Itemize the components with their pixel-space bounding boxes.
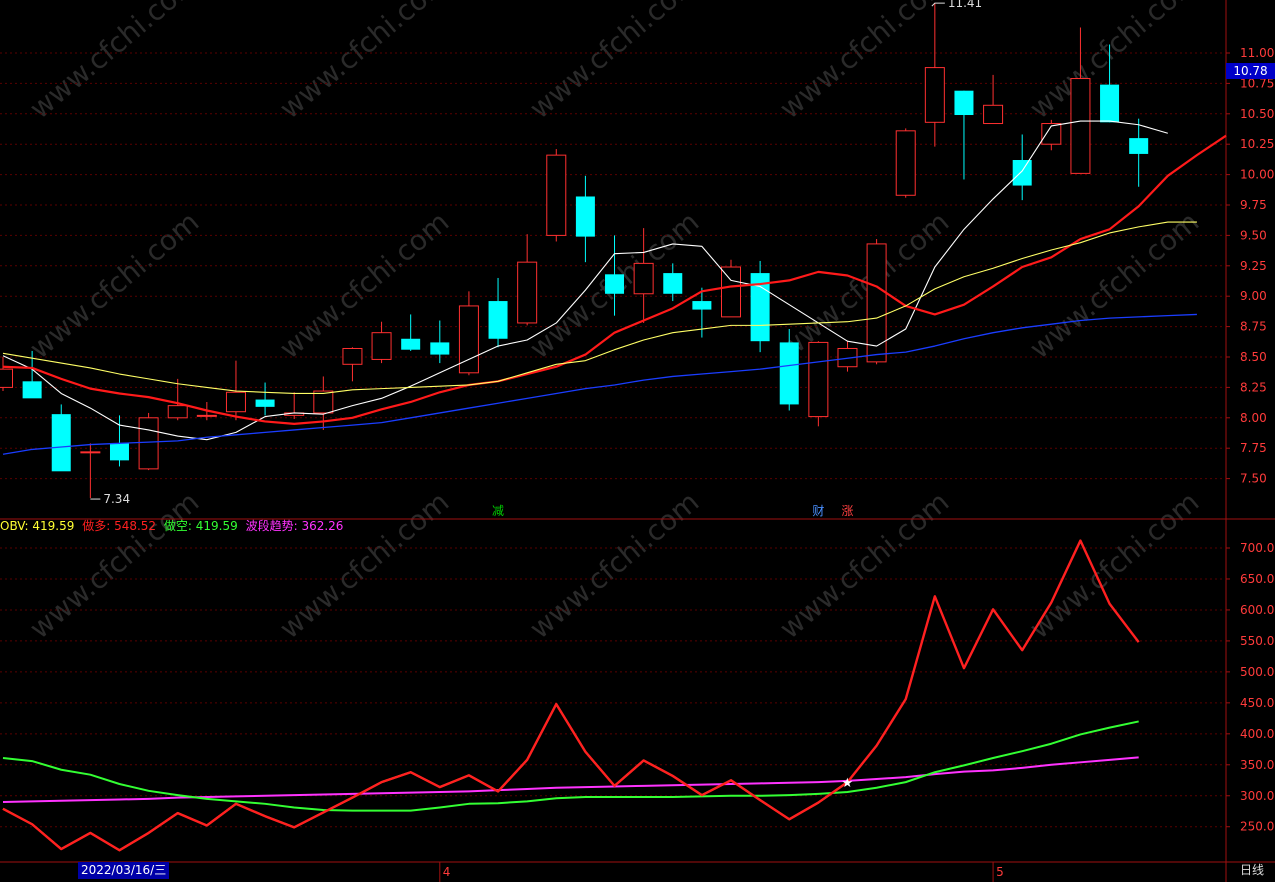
watermark-text: www.cfchi.com xyxy=(523,485,705,645)
price-tick-label: 10.00 xyxy=(1240,168,1274,182)
watermark-text: www.cfchi.com xyxy=(1023,205,1205,365)
candle-body xyxy=(342,347,363,365)
watermark-text: www.cfchi.com xyxy=(523,0,705,125)
candle-body xyxy=(109,443,129,461)
indicator-tick-label: 300.0 xyxy=(1240,789,1274,803)
stock-chart: www.cfchi.com www.cfchi.com www.cfchi.com w… xyxy=(0,0,1275,882)
price-tick-label: 10.25 xyxy=(1240,137,1274,151)
watermark-text: www.cfchi.com xyxy=(773,205,955,365)
indicator-tick-label: 650.0 xyxy=(1240,572,1274,586)
price-tick-label: 10.50 xyxy=(1240,107,1274,121)
candle-body xyxy=(255,399,275,407)
price-tick-label: 7.75 xyxy=(1240,441,1267,455)
price-tick-label: 9.25 xyxy=(1240,259,1267,273)
candle-body xyxy=(663,273,683,294)
candle-body xyxy=(313,390,334,414)
price-tick-label: 9.00 xyxy=(1240,289,1267,303)
candle-body xyxy=(983,104,1004,125)
legend-trend: 波段趋势: 362.26 xyxy=(245,519,344,533)
watermark-text: www.cfchi.com xyxy=(273,485,455,645)
indicator-line xyxy=(2,703,849,852)
event-marker: 财 xyxy=(812,504,824,518)
price-tick-label: 8.75 xyxy=(1240,320,1267,334)
candle-body xyxy=(1100,84,1120,123)
legend-obv: OBV: 419.59 xyxy=(0,519,75,533)
candle-body xyxy=(866,243,887,363)
candle-body xyxy=(488,301,508,339)
crossover-star: ★ xyxy=(841,776,853,791)
candle-body xyxy=(633,262,654,295)
candle-body xyxy=(605,274,625,294)
watermark-text: www.cfchi.com xyxy=(273,205,455,365)
candle-body xyxy=(517,261,538,324)
indicator-tick-label: 550.0 xyxy=(1240,634,1274,648)
price-tick-label: 9.75 xyxy=(1240,198,1267,212)
watermark-text: www.cfchi.com xyxy=(23,0,205,125)
cursor-date-label: 2022/03/16/三 xyxy=(78,862,170,879)
candle-body xyxy=(401,338,421,350)
indicator-tick-label: 500.0 xyxy=(1240,665,1274,679)
candle-body xyxy=(808,341,829,418)
candle-body xyxy=(167,405,188,419)
candle-body xyxy=(1129,138,1149,154)
high-label: 11.41 xyxy=(948,0,982,10)
candle-body xyxy=(721,266,741,318)
price-tick-label: 8.50 xyxy=(1240,350,1267,364)
candle-body xyxy=(1070,78,1091,174)
watermark-text: www.cfchi.com xyxy=(23,205,205,365)
indicator-tick-label: 400.0 xyxy=(1240,727,1274,741)
watermark-text: www.cfchi.com xyxy=(1023,485,1205,645)
candle-body xyxy=(575,196,595,237)
indicator-tick-label: 450.0 xyxy=(1240,696,1274,710)
candle-body xyxy=(954,90,974,116)
indicator-legend: OBV: 419.59 做多: 548.52 做空: 419.59 波段趋势: … xyxy=(0,519,343,533)
candle-body xyxy=(371,332,392,360)
event-marker: 减 xyxy=(492,504,504,518)
legend-long: 做多: 548.52 xyxy=(82,519,157,533)
period-label[interactable]: 日线 xyxy=(1240,862,1264,879)
watermark-text: www.cfchi.com xyxy=(23,485,205,645)
candle-body xyxy=(692,301,712,310)
indicator-tick-label: 350.0 xyxy=(1240,758,1274,772)
low-label: 7.34 xyxy=(103,492,130,506)
indicator-tick-label: 250.0 xyxy=(1240,820,1274,834)
candle-body xyxy=(138,417,159,470)
indicator-tick-label: 700.0 xyxy=(1240,541,1274,555)
price-tick-label: 11.00 xyxy=(1240,46,1274,60)
price-tick-label: 8.25 xyxy=(1240,380,1267,394)
month-label: 5 xyxy=(996,865,1004,879)
event-marker: 涨 xyxy=(841,503,853,518)
current-price-tag: 10.78 xyxy=(1226,63,1275,79)
legend-short: 做空: 419.59 xyxy=(163,519,238,533)
watermark-text: www.cfchi.com xyxy=(273,0,455,125)
candle-body xyxy=(895,130,916,196)
candle-body xyxy=(0,368,13,388)
candle-body xyxy=(546,154,567,236)
indicator-tick-label: 600.0 xyxy=(1240,603,1274,617)
price-tick-label: 9.50 xyxy=(1240,228,1267,242)
price-tick-label: 7.50 xyxy=(1240,472,1267,486)
candle-body xyxy=(779,342,799,405)
candle-body xyxy=(51,414,71,472)
candle-body xyxy=(1012,160,1032,186)
candle-body xyxy=(196,414,217,417)
candle-body xyxy=(924,67,945,123)
month-label: 4 xyxy=(443,865,451,879)
candle-body xyxy=(225,391,246,413)
price-tick-label: 8.00 xyxy=(1240,411,1267,425)
candle-body xyxy=(80,451,101,454)
candle-body xyxy=(22,381,42,399)
candle-body xyxy=(430,342,450,355)
